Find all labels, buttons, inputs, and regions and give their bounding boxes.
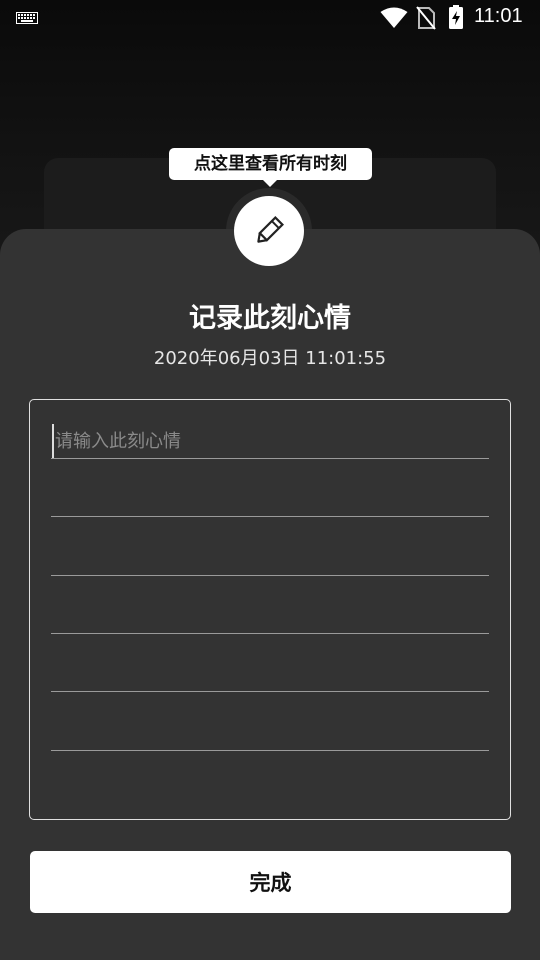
timestamp: 2020年06月03日 11:01:55 [153, 348, 387, 369]
avatar[interactable] [234, 196, 304, 266]
mood-input[interactable] [52, 424, 491, 458]
line-rule [51, 575, 489, 576]
pencil-icon [257, 216, 284, 243]
line-rule [51, 750, 489, 751]
note-box[interactable] [29, 399, 511, 820]
tooltip-arrow [262, 179, 278, 187]
wifi-icon [380, 7, 408, 28]
tooltip[interactable]: 点这里查看所有时刻 [169, 148, 372, 180]
line-rule [51, 516, 489, 517]
battery-charging-icon [449, 5, 463, 29]
no-sim-icon [416, 6, 436, 30]
line-rule [51, 633, 489, 634]
done-button[interactable]: 完成 [30, 851, 511, 913]
status-time: 11:01 [474, 5, 523, 27]
sheet-title: 记录此刻心情 [189, 303, 351, 334]
status-bar: 11:01 [0, 0, 540, 36]
keyboard-icon [16, 12, 38, 24]
line-rule [51, 458, 489, 459]
line-rule [51, 691, 489, 692]
